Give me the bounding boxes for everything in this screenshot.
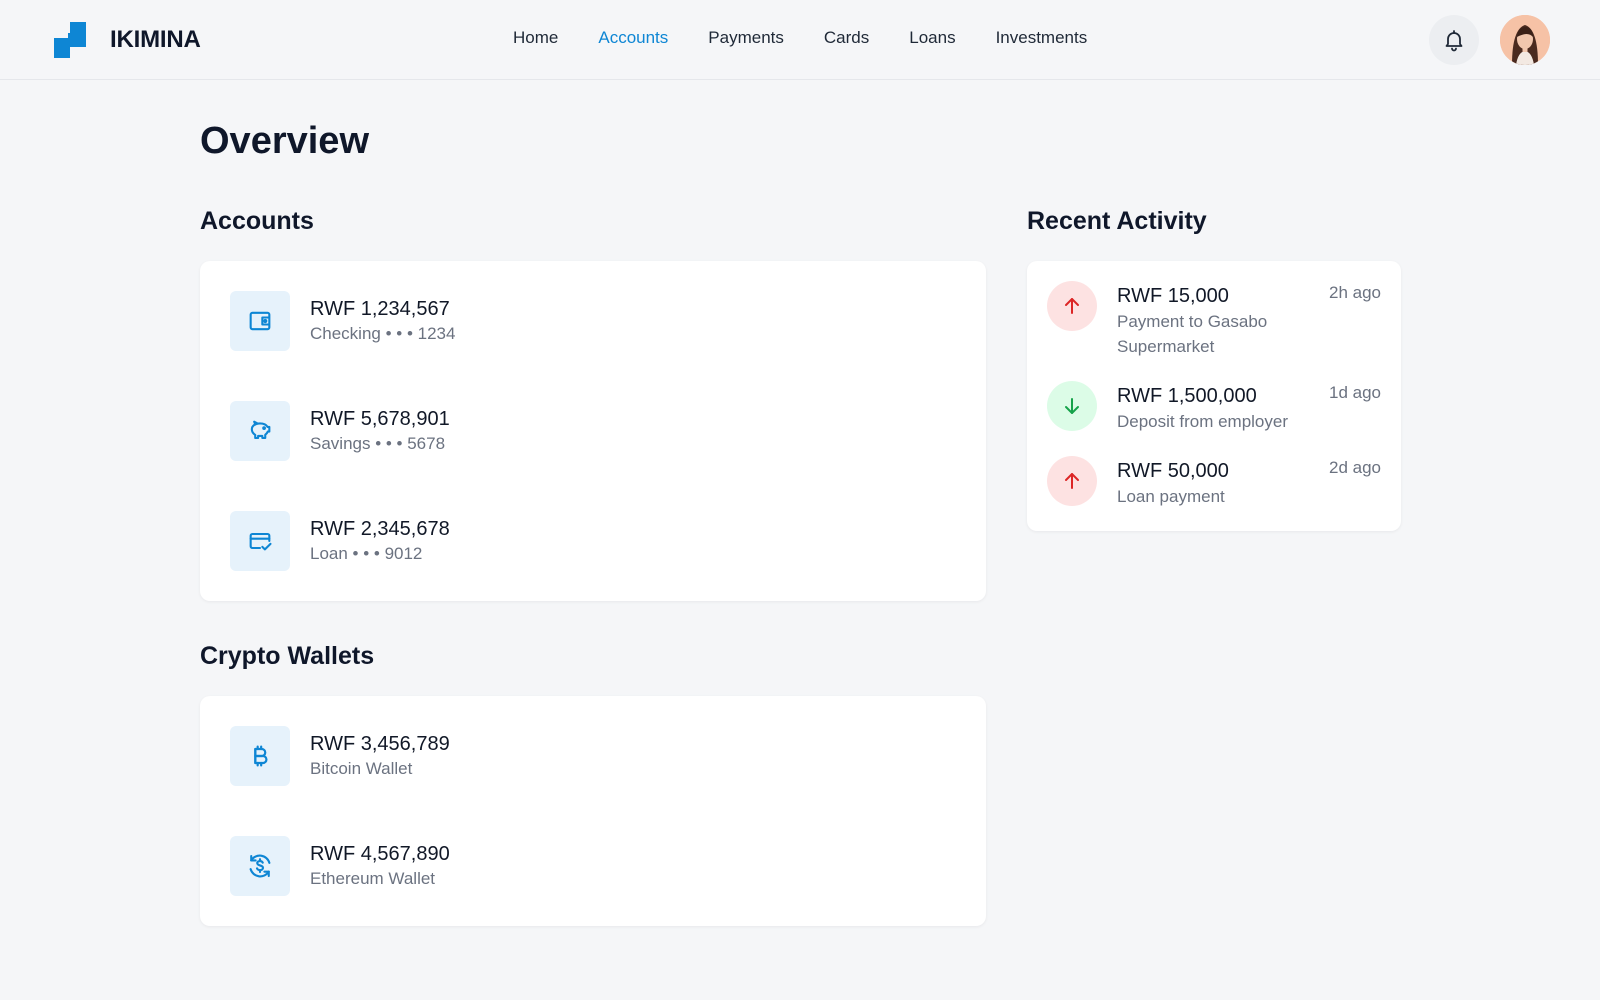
account-row-loan[interactable]: RWF 2,345,678 Loan • • • 9012 <box>230 511 450 571</box>
wallet-label: Ethereum Wallet <box>310 869 436 888</box>
account-label: Loan • • • 9012 <box>310 544 423 563</box>
accounts-section-title: Accounts <box>200 207 314 235</box>
activity-amount: RWF 1,500,000 <box>1117 385 1257 407</box>
nav-item-accounts[interactable]: Accounts <box>598 28 668 48</box>
user-avatar[interactable] <box>1500 15 1550 65</box>
page-title: Overview <box>200 120 369 162</box>
activity-description: Payment to Gasabo Supermarket <box>1117 312 1268 356</box>
activity-item[interactable]: RWF 50,000 Loan payment 2d ago <box>1047 456 1381 510</box>
account-label: Checking • • • 1234 <box>310 324 456 343</box>
wallet-row-ethereum[interactable]: RWF 4,567,890 Ethereum Wallet <box>230 836 450 896</box>
piggy-bank-icon <box>230 401 290 461</box>
activity-item[interactable]: RWF 15,000 Payment to Gasabo Supermarket… <box>1047 281 1381 361</box>
top-navigation-bar: IKIMINA Home Accounts Payments Cards Loa… <box>0 0 1600 80</box>
account-balance: RWF 1,234,567 <box>310 298 450 320</box>
nav-item-cards[interactable]: Cards <box>824 28 869 48</box>
nav-item-home[interactable]: Home <box>513 28 558 48</box>
account-row-checking[interactable]: RWF 1,234,567 Checking • • • 1234 <box>230 291 455 351</box>
account-balance: RWF 2,345,678 <box>310 518 450 540</box>
wallet-label: Bitcoin Wallet <box>310 759 413 778</box>
recent-activity-card: RWF 15,000 Payment to Gasabo Supermarket… <box>1027 261 1401 531</box>
nav-item-investments[interactable]: Investments <box>996 28 1088 48</box>
wallet-balance: RWF 4,567,890 <box>310 843 450 865</box>
account-label: Savings • • • 5678 <box>310 434 446 453</box>
arrow-up-icon <box>1047 281 1097 331</box>
user-portrait-icon <box>1500 15 1550 65</box>
logo-mark-icon <box>54 22 86 58</box>
credit-card-check-icon <box>230 511 290 571</box>
activity-time: 2h ago <box>1329 283 1381 302</box>
brand-name: IKIMINA <box>110 26 201 53</box>
brand-logo[interactable]: IKIMINA <box>54 22 201 58</box>
activity-amount: RWF 15,000 <box>1117 285 1229 307</box>
crypto-wallets-card: RWF 3,456,789 Bitcoin Wallet RWF 4,567,8… <box>200 696 986 926</box>
nav-item-loans[interactable]: Loans <box>909 28 955 48</box>
activity-description: Loan payment <box>1117 487 1225 506</box>
recent-activity-title: Recent Activity <box>1027 207 1207 235</box>
nav-item-payments[interactable]: Payments <box>708 28 784 48</box>
activity-time: 1d ago <box>1329 383 1381 402</box>
bitcoin-icon <box>230 726 290 786</box>
notifications-button[interactable] <box>1429 15 1479 65</box>
activity-item[interactable]: RWF 1,500,000 Deposit from employer 1d a… <box>1047 381 1381 435</box>
arrow-up-icon <box>1047 456 1097 506</box>
currency-exchange-icon <box>230 836 290 896</box>
activity-time: 2d ago <box>1329 458 1381 477</box>
wallet-balance: RWF 3,456,789 <box>310 733 450 755</box>
arrow-down-icon <box>1047 381 1097 431</box>
wallet-row-bitcoin[interactable]: RWF 3,456,789 Bitcoin Wallet <box>230 726 450 786</box>
account-row-savings[interactable]: RWF 5,678,901 Savings • • • 5678 <box>230 401 450 461</box>
activity-amount: RWF 50,000 <box>1117 460 1229 482</box>
accounts-card: RWF 1,234,567 Checking • • • 1234 RWF 5,… <box>200 261 986 601</box>
bell-icon <box>1445 30 1463 52</box>
main-nav: Home Accounts Payments Cards Loans Inves… <box>513 28 1087 48</box>
account-balance: RWF 5,678,901 <box>310 408 450 430</box>
crypto-section-title: Crypto Wallets <box>200 642 375 670</box>
activity-description: Deposit from employer <box>1117 412 1289 431</box>
wallet-icon <box>230 291 290 351</box>
